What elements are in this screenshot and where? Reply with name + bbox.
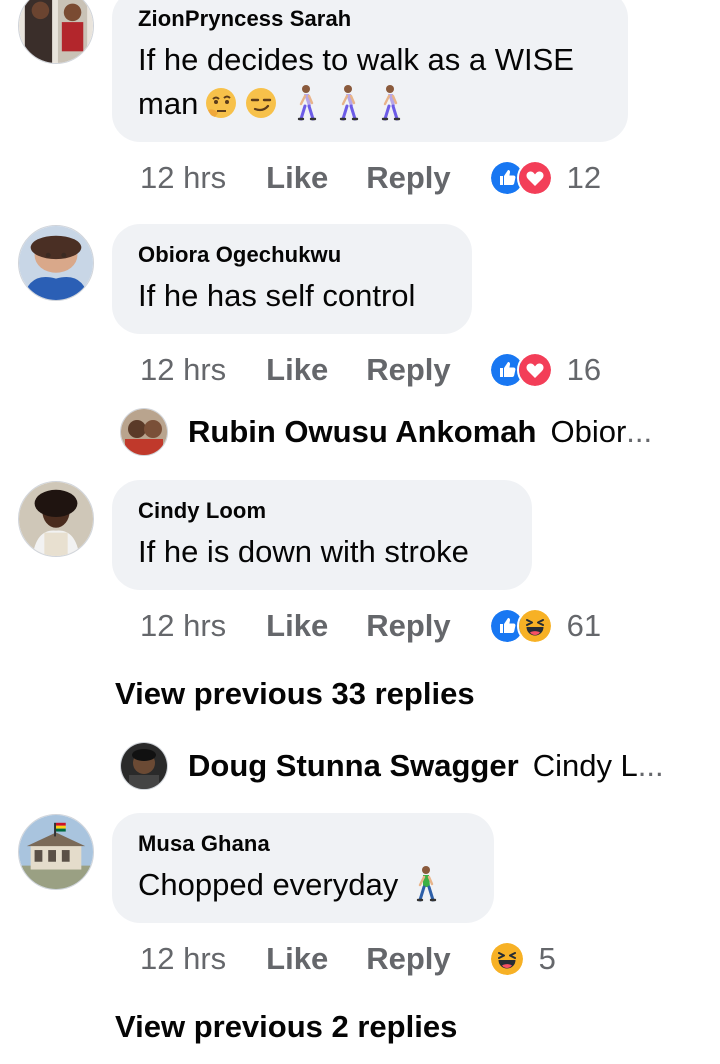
comment-time[interactable]: 12 hrs — [140, 160, 226, 196]
comment-author[interactable]: Musa Ghana — [138, 831, 468, 857]
reply-button[interactable]: Reply — [366, 608, 450, 644]
like-button[interactable]: Like — [266, 160, 328, 196]
reply-snippet: Cindy L — [532, 748, 638, 783]
comment-time[interactable]: 12 hrs — [140, 352, 226, 388]
reaction-summary[interactable] — [488, 608, 553, 644]
reaction-summary[interactable] — [488, 941, 525, 977]
reply-preview[interactable]: Rubin Owusu Ankomah Obior... — [120, 406, 652, 458]
reaction-summary[interactable] — [488, 352, 553, 388]
comment-time[interactable]: 12 hrs — [140, 608, 226, 644]
like-button[interactable]: Like — [266, 352, 328, 388]
reply-button[interactable]: Reply — [366, 941, 450, 977]
comment-actions: 12 hrs Like Reply 12 — [140, 158, 601, 198]
reply-author: Rubin Owusu Ankomah — [188, 414, 537, 449]
comment-time[interactable]: 12 hrs — [140, 941, 226, 977]
comment-bubble: Obiora Ogechukwu If he has self control — [112, 224, 472, 334]
reaction-summary[interactable] — [488, 160, 553, 196]
reply-button[interactable]: Reply — [366, 352, 450, 388]
comment-bubble: ZionPryncess Sarah If he decides to walk… — [112, 0, 628, 142]
woman-walking-emoji-icon — [381, 84, 401, 121]
thinking-emoji-icon — [206, 88, 237, 118]
reaction-count[interactable]: 16 — [567, 352, 601, 388]
comment-text-line: If he decides to walk as a WISE — [138, 42, 574, 77]
haha-icon — [488, 941, 525, 977]
smirk-emoji-icon — [246, 88, 277, 118]
woman-walking-emoji-icon — [297, 84, 317, 121]
love-icon — [516, 352, 553, 388]
comment-bubble: Cindy Loom If he is down with stroke — [112, 480, 532, 590]
woman-walking-emoji-icon — [339, 84, 359, 121]
comment-text-line: Chopped everyday — [138, 867, 399, 902]
avatar[interactable] — [18, 0, 94, 64]
comment-text-line: man — [138, 86, 199, 121]
comment-author[interactable]: Cindy Loom — [138, 498, 506, 524]
avatar[interactable] — [18, 814, 94, 890]
like-button[interactable]: Like — [266, 941, 328, 977]
reply-snippet: Obior — [550, 414, 627, 449]
reply-author: Doug Stunna Swagger — [188, 748, 519, 783]
reply-preview[interactable]: Doug Stunna Swagger Cindy L... — [120, 740, 664, 792]
comment-bubble: Musa Ghana Chopped everyday — [112, 813, 494, 923]
comment-actions: 12 hrs Like Reply 16 — [140, 350, 601, 390]
view-previous-replies-link[interactable]: View previous 33 replies — [115, 676, 475, 712]
comment-actions: 12 hrs Like Reply 5 — [140, 939, 556, 979]
comment-text: Chopped everyday — [138, 863, 468, 907]
avatar[interactable] — [18, 481, 94, 557]
avatar[interactable] — [18, 225, 94, 301]
comment-text: If he has self control — [138, 278, 416, 313]
haha-icon — [516, 608, 553, 644]
reply-ellipsis: ... — [637, 748, 664, 783]
avatar — [120, 742, 168, 790]
reaction-count[interactable]: 12 — [567, 160, 601, 196]
reaction-count[interactable]: 5 — [539, 941, 556, 977]
comment-text: If he is down with stroke — [138, 534, 469, 569]
like-button[interactable]: Like — [266, 608, 328, 644]
reply-ellipsis: ... — [626, 414, 653, 449]
man-walking-emoji-icon — [416, 865, 437, 902]
comment-actions: 12 hrs Like Reply 61 — [140, 606, 601, 646]
reply-button[interactable]: Reply — [366, 160, 450, 196]
comment-text: If he decides to walk as a WISE man — [138, 38, 602, 126]
comment-author[interactable]: Obiora Ogechukwu — [138, 242, 446, 268]
reaction-count[interactable]: 61 — [567, 608, 601, 644]
love-icon — [516, 160, 553, 196]
view-previous-replies-link[interactable]: View previous 2 replies — [115, 1009, 457, 1045]
comment-author[interactable]: ZionPryncess Sarah — [138, 6, 602, 32]
avatar — [120, 408, 168, 456]
